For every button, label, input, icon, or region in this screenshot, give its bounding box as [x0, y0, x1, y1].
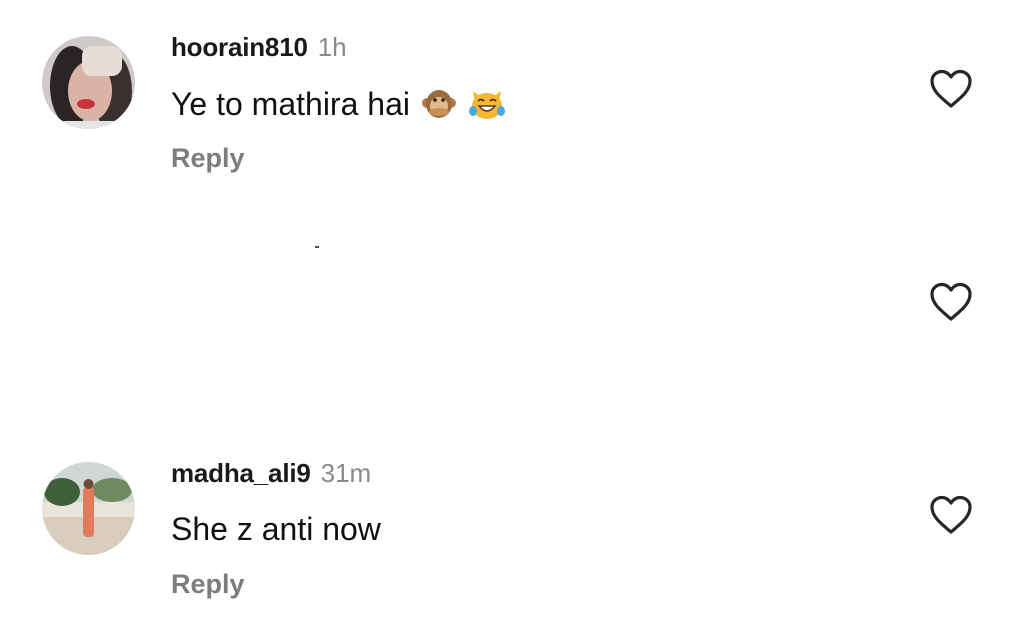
username[interactable]: madha_ali9: [171, 458, 311, 488]
comment-item: madha_ali9 31m She z anti now Reply: [0, 440, 1024, 619]
like-button[interactable]: [929, 495, 973, 535]
reply-button[interactable]: Reply: [171, 143, 245, 174]
comment-item: hoorain810 1h Ye to mathira hai Reply: [0, 0, 1024, 200]
like-button[interactable]: [929, 282, 973, 322]
timestamp: 31m: [320, 458, 372, 488]
reply-button[interactable]: Reply: [171, 569, 245, 600]
timestamp: 1h: [317, 32, 347, 62]
username[interactable]: hoorain810: [171, 32, 308, 62]
cat-tears-of-joy-icon: [468, 87, 506, 129]
avatar[interactable]: [42, 36, 135, 129]
comment-header: madha_ali9 31m: [171, 458, 371, 489]
heart-outline-icon: [930, 69, 972, 108]
comment-text: She z anti now: [171, 511, 381, 547]
avatar[interactable]: [42, 462, 135, 555]
heart-outline-icon: [930, 495, 972, 534]
comment-text-content: Ye to mathira hai: [171, 86, 410, 122]
comment-text: Ye to mathira hai: [171, 86, 506, 129]
speak-no-evil-monkey-icon: [421, 87, 457, 129]
heart-outline-icon: [930, 282, 972, 321]
comment-header: hoorain810 1h: [171, 32, 347, 63]
like-button[interactable]: [929, 69, 973, 109]
divider-mark: [315, 246, 319, 248]
